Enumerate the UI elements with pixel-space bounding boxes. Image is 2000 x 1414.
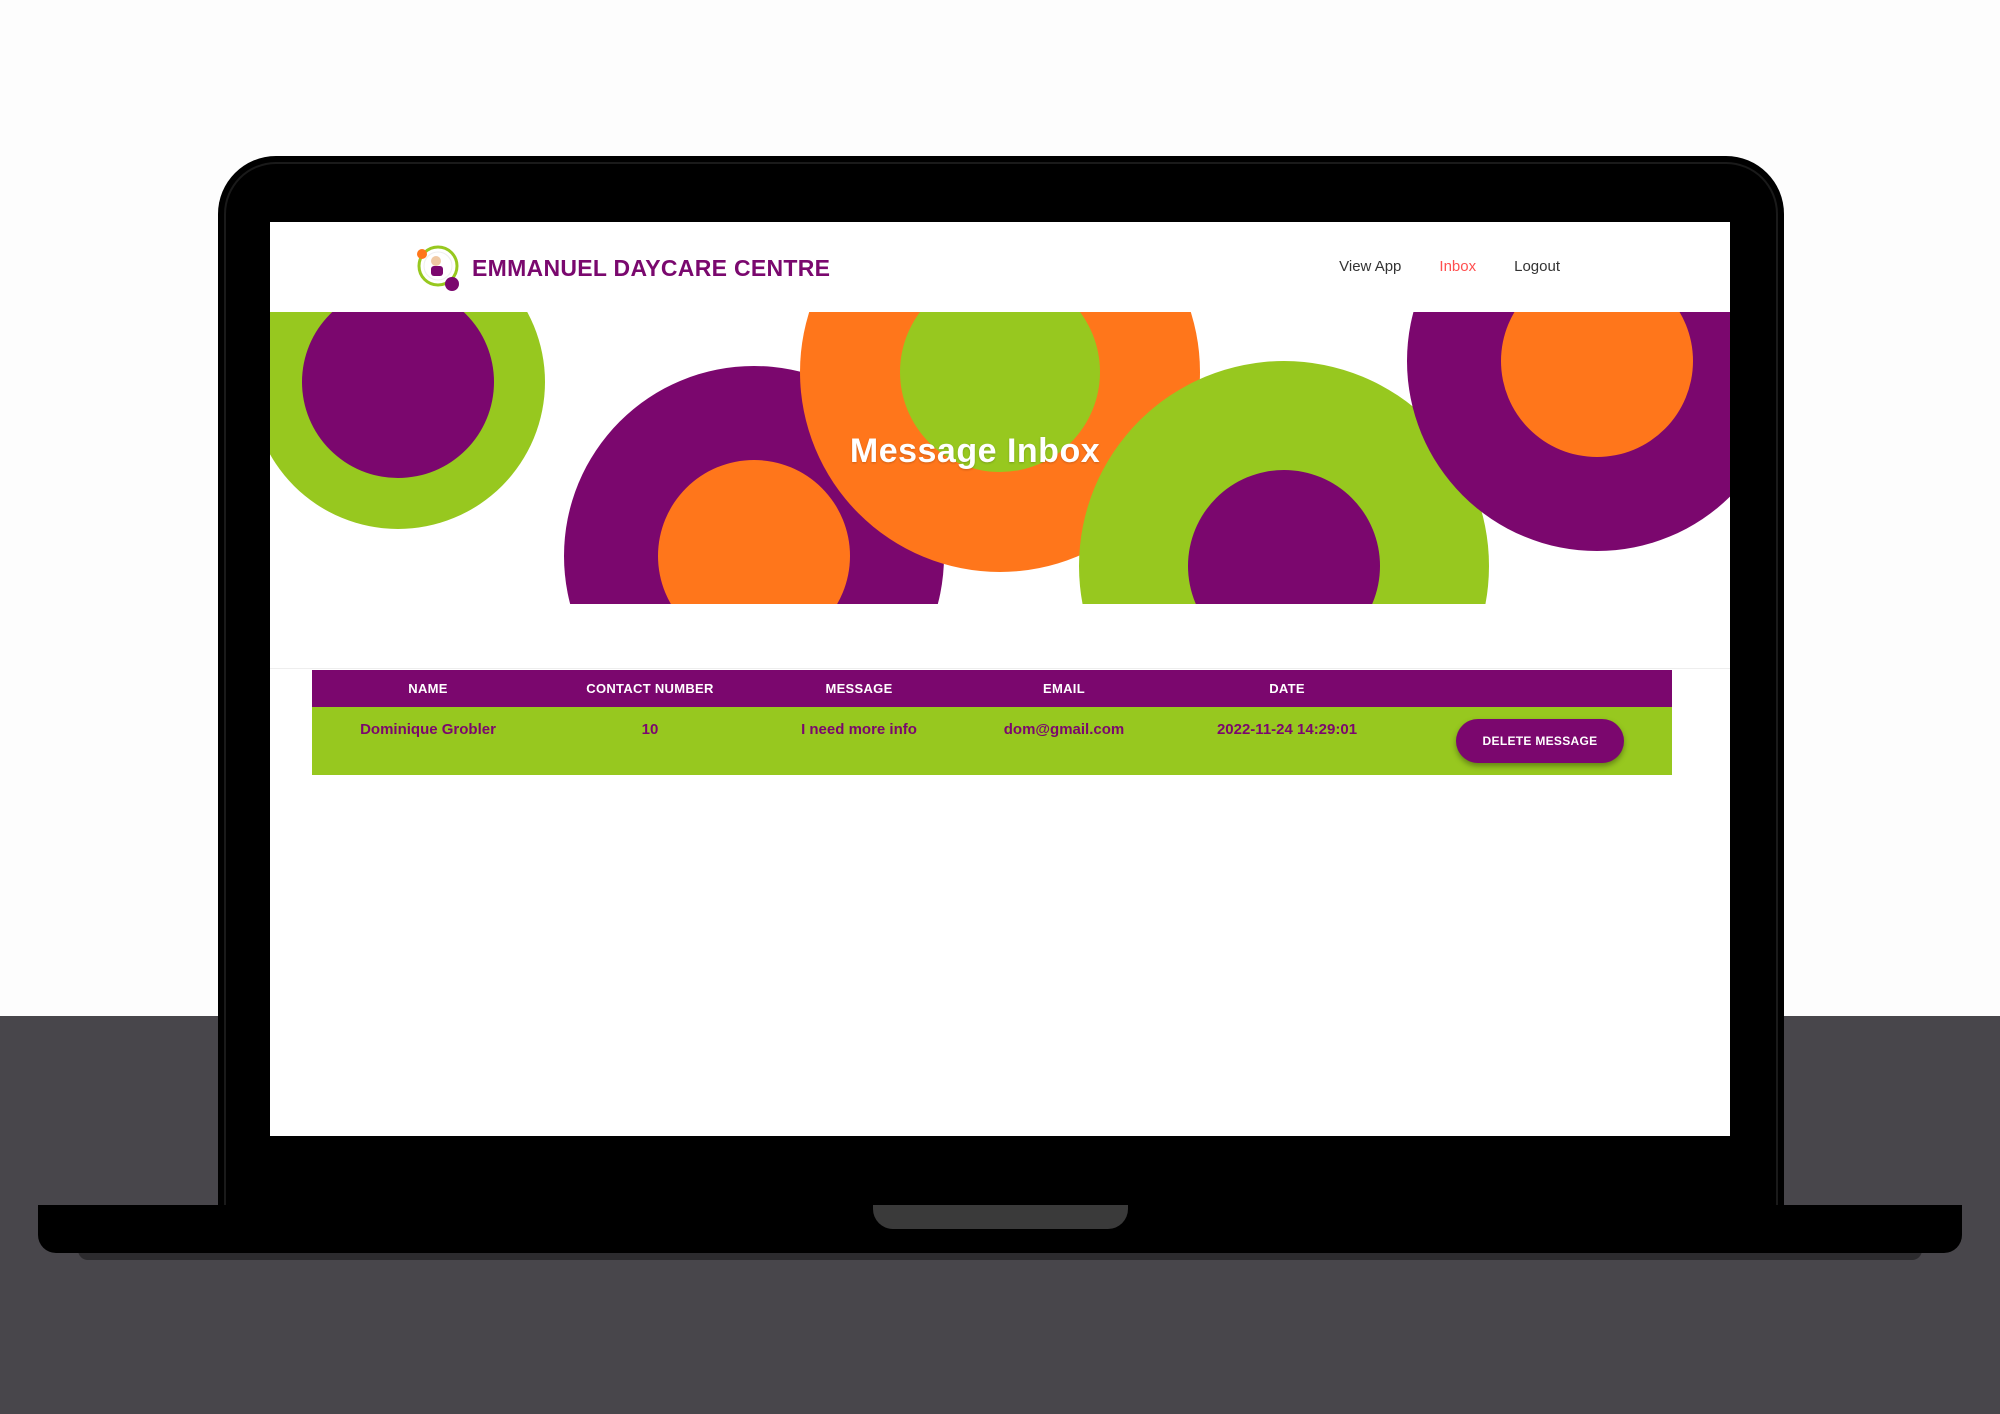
- laptop-screen: EMMANUEL DAYCARE CENTRE View App Inbox L…: [270, 222, 1730, 1136]
- daycare-logo-icon: [416, 242, 464, 294]
- cell-name-text: Dominique Grobler: [360, 721, 496, 738]
- page-title: Message Inbox: [849, 432, 1101, 470]
- laptop-notch: [873, 1205, 1128, 1229]
- cell-date-text: 2022-11-24 14:29:01: [1216, 721, 1358, 738]
- nav-inbox[interactable]: Inbox: [1439, 258, 1476, 275]
- cell-name: Dominique Grobler: [312, 707, 544, 775]
- column-header-email: EMAIL: [962, 670, 1166, 707]
- column-header-date: DATE: [1166, 670, 1408, 707]
- cell-message-text: I need more info: [801, 721, 917, 738]
- hero-banner: Message Inbox: [270, 312, 1730, 604]
- delete-message-button[interactable]: DELETE MESSAGE: [1456, 719, 1624, 763]
- cell-contact: 10: [544, 707, 756, 775]
- message-table: NAME CONTACT NUMBER MESSAGE EMAIL DATE D…: [312, 670, 1672, 775]
- table-header-row: NAME CONTACT NUMBER MESSAGE EMAIL DATE: [312, 670, 1672, 707]
- brand-name: EMMANUEL DAYCARE CENTRE: [472, 254, 831, 281]
- nav-view-app[interactable]: View App: [1339, 258, 1401, 275]
- brand-logo[interactable]: EMMANUEL DAYCARE CENTRE: [416, 242, 830, 294]
- column-header-message: MESSAGE: [756, 670, 962, 707]
- cell-email: dom@gmail.com: [962, 707, 1166, 775]
- column-header-contact: CONTACT NUMBER: [544, 670, 756, 707]
- cell-contact-text: 10: [641, 721, 659, 738]
- cell-action: DELETE MESSAGE: [1408, 707, 1672, 775]
- column-header-action: [1408, 670, 1672, 707]
- nav-logout[interactable]: Logout: [1514, 258, 1560, 275]
- cell-message: I need more info: [756, 707, 962, 775]
- table-row: Dominique Grobler 10 I need more info do…: [312, 707, 1672, 775]
- navbar: EMMANUEL DAYCARE CENTRE View App Inbox L…: [270, 222, 1730, 312]
- nav-links: View App Inbox Logout: [1339, 258, 1560, 275]
- cell-email-text: dom@gmail.com: [1003, 721, 1125, 738]
- column-header-name: NAME: [312, 670, 544, 707]
- section-divider: [270, 668, 1730, 669]
- cell-date: 2022-11-24 14:29:01: [1166, 707, 1408, 775]
